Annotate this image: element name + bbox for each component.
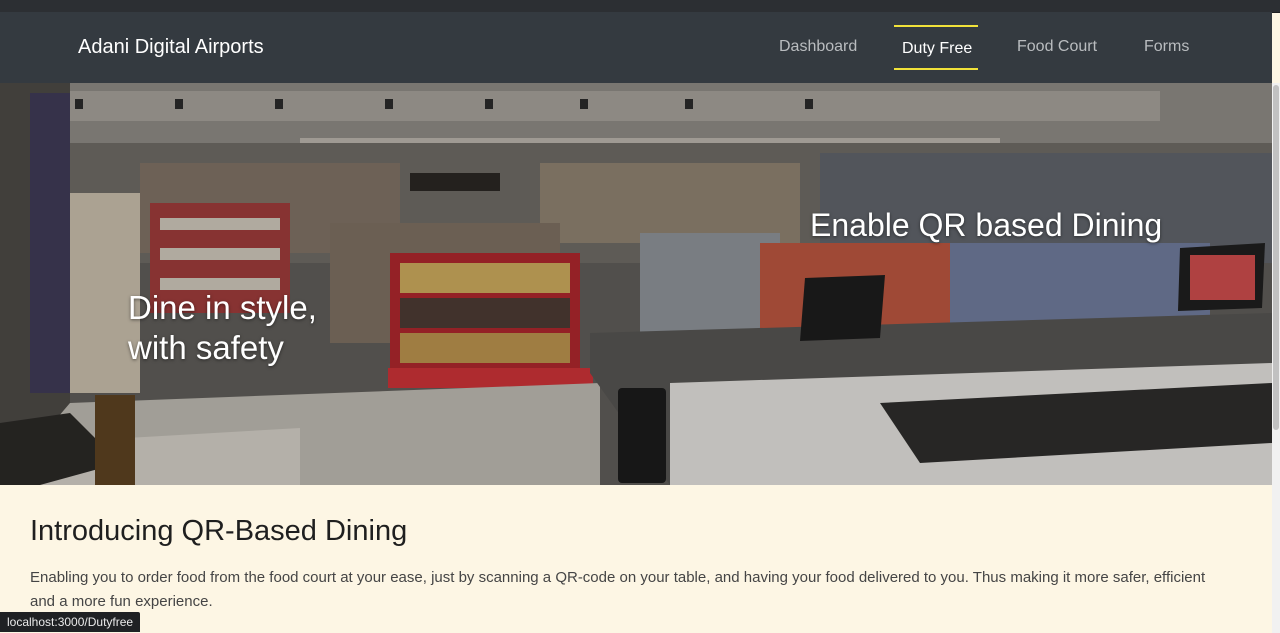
active-indicator-bottom bbox=[894, 68, 978, 70]
hero-tagline-line2: with safety bbox=[128, 329, 284, 366]
status-bar-url: localhost:3000/Dutyfree bbox=[0, 612, 141, 632]
hero-tagline: Dine in style, with safety bbox=[128, 288, 317, 368]
active-indicator-top bbox=[894, 25, 978, 27]
hero-banner: Dine in style, with safety Enable QR bas… bbox=[0, 83, 1272, 485]
intro-body: Enabling you to order food from the food… bbox=[30, 569, 1206, 610]
intro-section: Introducing QR-Based Dining Enabling you… bbox=[30, 515, 1220, 614]
nav-forms[interactable]: Forms bbox=[1144, 38, 1189, 56]
navbar: Adani Digital Airports Dashboard Duty Fr… bbox=[0, 12, 1272, 83]
nav-dashboard[interactable]: Dashboard bbox=[779, 38, 857, 56]
nav-food-court[interactable]: Food Court bbox=[1017, 38, 1097, 56]
duty-free-store-image bbox=[0, 83, 1272, 485]
hero-tagline-line1: Dine in style, bbox=[128, 289, 317, 326]
brand-title[interactable]: Adani Digital Airports bbox=[78, 36, 264, 59]
intro-heading: Introducing QR-Based Dining bbox=[30, 515, 408, 547]
hero-qr-caption: Enable QR based Dining bbox=[810, 207, 1163, 243]
nav-duty-free[interactable]: Duty Free bbox=[902, 40, 972, 58]
scrollbar-thumb[interactable] bbox=[1273, 85, 1279, 430]
